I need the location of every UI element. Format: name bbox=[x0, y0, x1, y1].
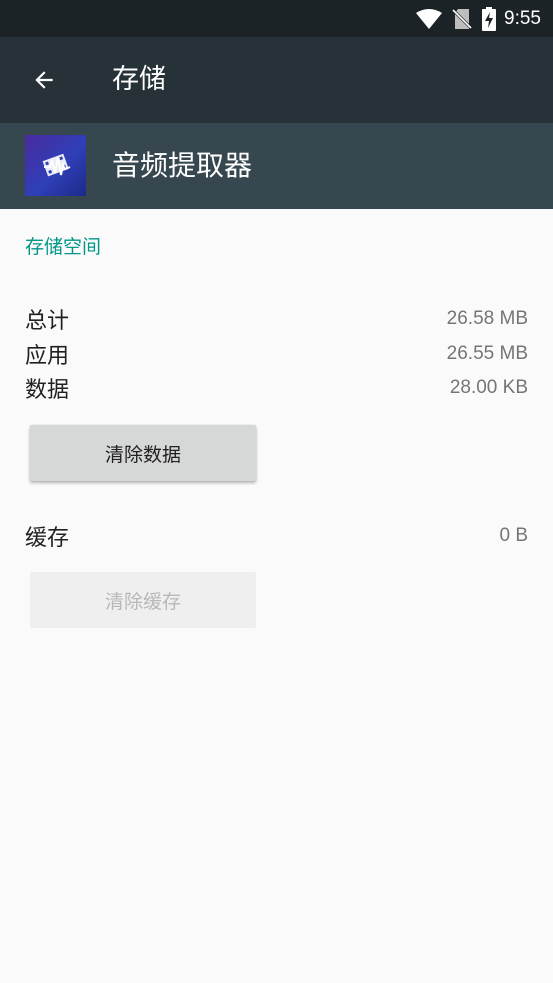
audio-extractor-app-icon bbox=[25, 135, 86, 196]
clear-data-button[interactable]: 清除数据 bbox=[30, 425, 256, 481]
storage-row-value: 26.55 MB bbox=[446, 343, 528, 364]
status-time: 9:55 bbox=[504, 7, 541, 29]
storage-row-app: 应用 26.55 MB bbox=[25, 337, 528, 371]
app-name: 音频提取器 bbox=[112, 149, 253, 182]
wifi-icon bbox=[416, 8, 443, 29]
storage-row-label: 总计 bbox=[25, 309, 70, 334]
arrow-back-icon bbox=[35, 71, 53, 89]
toolbar: 存储 bbox=[0, 37, 553, 123]
storage-row-cache: 缓存 0 B bbox=[25, 519, 528, 553]
clear-cache-button[interactable]: 清除缓存 bbox=[30, 572, 256, 628]
storage-row-label: 应用 bbox=[25, 344, 70, 369]
app-header: 音频提取器 bbox=[0, 123, 553, 209]
cache-label: 缓存 bbox=[25, 526, 70, 551]
no-sim-icon bbox=[452, 8, 473, 30]
cache-value: 0 B bbox=[499, 525, 528, 546]
storage-row-label: 数据 bbox=[25, 378, 70, 403]
battery-charging-icon bbox=[482, 6, 497, 31]
storage-row-data: 数据 28.00 KB bbox=[25, 371, 528, 405]
status-bar: 9:55 bbox=[0, 0, 553, 37]
storage-row-value: 26.58 MB bbox=[446, 308, 528, 329]
storage-section-title: 存储空间 bbox=[25, 236, 102, 258]
back-button[interactable] bbox=[22, 58, 66, 102]
storage-row-value: 28.00 KB bbox=[449, 377, 528, 398]
storage-row-total: 总计 26.58 MB bbox=[25, 302, 528, 336]
page-title: 存储 bbox=[112, 64, 166, 95]
